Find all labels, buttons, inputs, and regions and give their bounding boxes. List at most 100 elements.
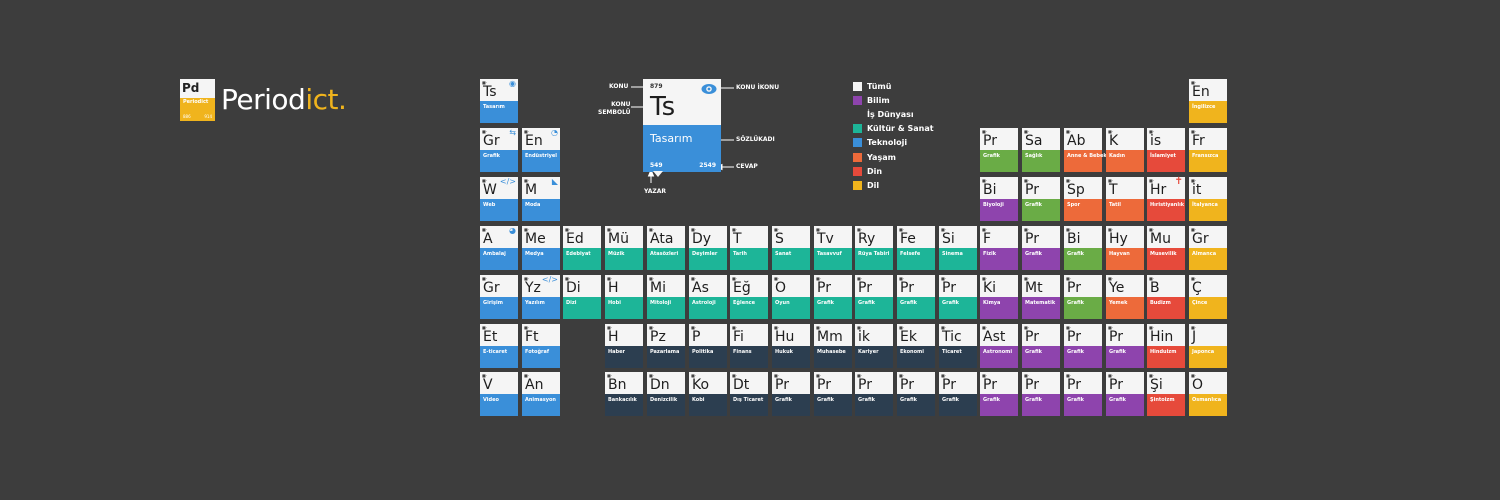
- tile-kimya[interactable]: ■· Ki Kimya: [980, 275, 1018, 319]
- tile-grafik[interactable]: ■· Pr Grafik: [855, 275, 893, 319]
- tile-kariyer[interactable]: ■· ik Kariyer: [855, 324, 893, 368]
- tile-denizcilik[interactable]: ■· Dn Denizcilik: [647, 372, 685, 416]
- tile-matematik[interactable]: ■· Mt Matematik: [1022, 275, 1060, 319]
- tile-kadin[interactable]: ■· K Kadın: [1106, 128, 1144, 172]
- tile-grafik[interactable]: ■· Pr Grafik: [939, 275, 977, 319]
- legend-item-dil[interactable]: Dil: [853, 178, 934, 192]
- tile-grafik[interactable]: ■· Pr Grafik: [1022, 372, 1060, 416]
- tile-politika[interactable]: ■· P Politika: [689, 324, 727, 368]
- tile-muhasebe[interactable]: ■· Mm Muhasebe: [814, 324, 852, 368]
- tile-budizm[interactable]: ■· B Budizm: [1147, 275, 1185, 319]
- tile-grafik[interactable]: ■· Pr Grafik: [1064, 372, 1102, 416]
- tile-i-ngilizce[interactable]: ■· En İngilizce: [1189, 79, 1227, 123]
- tile-tatil[interactable]: ■· T Tatil: [1106, 177, 1144, 221]
- tile-i-talyanca[interactable]: ■· it İtalyanca: [1189, 177, 1227, 221]
- legend-item-bilim[interactable]: Bilim: [853, 93, 934, 107]
- tile-saglik[interactable]: ■· Sa Sağlık: [1022, 128, 1060, 172]
- tile-haber[interactable]: ■· H Haber: [605, 324, 643, 368]
- tile-anne-bebek[interactable]: ■· Ab Anne & Bebek: [1064, 128, 1107, 172]
- tile-hinduizm[interactable]: ■· Hin Hinduizm: [1147, 324, 1185, 368]
- tile-name: Grafik: [817, 300, 834, 306]
- tile-ticaret[interactable]: ■· Tic Ticaret: [939, 324, 977, 368]
- tile-medya[interactable]: ■· Me Medya: [522, 226, 560, 270]
- tile-kobi[interactable]: ■· Ko Kobi: [689, 372, 727, 416]
- tile-spor[interactable]: ■· Sp Spor: [1064, 177, 1102, 221]
- tile-ruya-tabiri[interactable]: ■· Ry Rüya Tabiri: [855, 226, 893, 270]
- tile-web[interactable]: ■· W Web </>: [480, 177, 518, 221]
- legend-item-kultur-sanat[interactable]: Kültür & Sanat: [853, 122, 934, 136]
- tile-hayvan[interactable]: ■· Hy Hayvan: [1106, 226, 1144, 270]
- legend-item-i-s-dunyasi[interactable]: İş Dünyası: [853, 107, 934, 121]
- tile-girisim[interactable]: ■· Gr Girişim: [480, 275, 518, 319]
- tile-grafik[interactable]: ■· Pr Grafik: [1106, 324, 1144, 368]
- periodict-logo[interactable]: Pd Periodict 886 914 Periodict.: [180, 79, 347, 121]
- tile-fransizca[interactable]: ■· Fr Fransızca: [1189, 128, 1227, 172]
- tile-edebiyat[interactable]: ■· Ed Edebiyat: [563, 226, 601, 270]
- tile-grafik[interactable]: ■· Pr Grafik: [814, 372, 852, 416]
- tile-hiristiyanlik[interactable]: ■· Hr Hıristiyanlık ✝: [1147, 177, 1185, 221]
- tile-sinema[interactable]: ■· Si Sinema: [939, 226, 977, 270]
- tile-grafik[interactable]: ■· Pr Grafik: [1064, 275, 1102, 319]
- tile-e-ticaret[interactable]: ■· Et E-ticaret: [480, 324, 518, 368]
- tile-eglence[interactable]: ■· Eğ Eğlence: [730, 275, 768, 319]
- tile-band: Almanca: [1189, 248, 1227, 270]
- tile-grafik[interactable]: ■· Gr Grafik ⇆: [480, 128, 518, 172]
- tile-astronomi[interactable]: ■· Ast Astronomi: [980, 324, 1018, 368]
- tile-grafik[interactable]: ■· Bi Grafik: [1064, 226, 1102, 270]
- legend-item-teknoloji[interactable]: Teknoloji: [853, 136, 934, 150]
- tile-grafik[interactable]: ■· Pr Grafik: [1022, 324, 1060, 368]
- tile-osmanlica[interactable]: ■· O Osmanlıca: [1189, 372, 1227, 416]
- tile-finans[interactable]: ■· Fi Finans: [730, 324, 768, 368]
- tile-deyimler[interactable]: ■· Dy Deyimler: [689, 226, 727, 270]
- legend-item-yasam[interactable]: Yaşam: [853, 150, 934, 164]
- tile-musevilik[interactable]: ■· Mu Musevilik: [1147, 226, 1185, 270]
- tile-grafik[interactable]: ■· Pr Grafik: [1022, 177, 1060, 221]
- tile-almanca[interactable]: ■· Gr Almanca: [1189, 226, 1227, 270]
- tile-grafik[interactable]: ■· Pr Grafik: [1106, 372, 1144, 416]
- tile-atasozleri[interactable]: ■· Ata Atasözleri: [647, 226, 685, 270]
- tile-dizi[interactable]: ■· Di Dizi: [563, 275, 601, 319]
- tile-astroloji[interactable]: ■· As Astroloji: [689, 275, 727, 319]
- tile-grafik[interactable]: ■· Pr Grafik: [814, 275, 852, 319]
- tile-i-slamiyet[interactable]: ■· is İslamiyet: [1147, 128, 1185, 172]
- tile-tasarim[interactable]: ■· Ts Tasarım ◉: [480, 79, 518, 123]
- tile-grafik[interactable]: ■· Pr Grafik: [772, 372, 810, 416]
- tile-yemek[interactable]: ■· Ye Yemek: [1106, 275, 1144, 319]
- tile-hobi[interactable]: ■· H Hobi: [605, 275, 643, 319]
- legend-item-tumu[interactable]: Tümü: [853, 79, 934, 93]
- legend-item-din[interactable]: Din: [853, 164, 934, 178]
- tile-endustriyel[interactable]: ■· En Endüstriyel ◔: [522, 128, 560, 172]
- tile-ekonomi[interactable]: ■· Ek Ekonomi: [897, 324, 935, 368]
- tile-grafik[interactable]: ■· Pr Grafik: [855, 372, 893, 416]
- tile-grafik[interactable]: ■· Pr Grafik: [897, 275, 935, 319]
- tile-sintoizm[interactable]: ■· Şi Şintoizm: [1147, 372, 1185, 416]
- tile-biyoloji[interactable]: ■· Bi Biyoloji: [980, 177, 1018, 221]
- tile-felsefe[interactable]: ■· Fe Felsefe: [897, 226, 935, 270]
- tile-tasavvuf[interactable]: ■· Tv Tasavvuf: [814, 226, 852, 270]
- tile-cince[interactable]: ■· Ç Çince: [1189, 275, 1227, 319]
- tile-mitoloji[interactable]: ■· Mi Mitoloji: [647, 275, 685, 319]
- tile-hukuk[interactable]: ■· Hu Hukuk: [772, 324, 810, 368]
- tile-pazarlama[interactable]: ■· Pz Pazarlama: [647, 324, 685, 368]
- tile-fizik[interactable]: ■· F Fizik: [980, 226, 1018, 270]
- tile-oyun[interactable]: ■· O Oyun: [772, 275, 810, 319]
- tile-grafik[interactable]: ■· Pr Grafik: [980, 372, 1018, 416]
- tile-sanat[interactable]: ■· S Sanat: [772, 226, 810, 270]
- tile-moda[interactable]: ■· M Moda ◣: [522, 177, 560, 221]
- tile-bankacilik[interactable]: ■· Bn Bankacılık: [605, 372, 643, 416]
- tile-tarih[interactable]: ■· T Tarih: [730, 226, 768, 270]
- tile-japonca[interactable]: ■· J Japonca: [1189, 324, 1227, 368]
- tile-symbol: K: [1109, 133, 1119, 149]
- tile-grafik[interactable]: ■· Pr Grafik: [939, 372, 977, 416]
- tile-grafik[interactable]: ■· Pr Grafik: [897, 372, 935, 416]
- tile-fotograf[interactable]: ■· Ft Fotoğraf: [522, 324, 560, 368]
- tile-grafik[interactable]: ■· Pr Grafik: [1022, 226, 1060, 270]
- tile-dis-ticaret[interactable]: ■· Dt Dış Ticaret: [730, 372, 768, 416]
- tile-grafik[interactable]: ■· Pr Grafik: [980, 128, 1018, 172]
- tile-animasyon[interactable]: ■· An Animasyon: [522, 372, 560, 416]
- tile-muzik[interactable]: ■· Mü Müzik: [605, 226, 643, 270]
- tile-yazilim[interactable]: ■· Yz Yazılım </>: [522, 275, 560, 319]
- tile-ambalaj[interactable]: ■· A Ambalaj ◕: [480, 226, 518, 270]
- tile-video[interactable]: ■· V Video: [480, 372, 518, 416]
- tile-grafik[interactable]: ■· Pr Grafik: [1064, 324, 1102, 368]
